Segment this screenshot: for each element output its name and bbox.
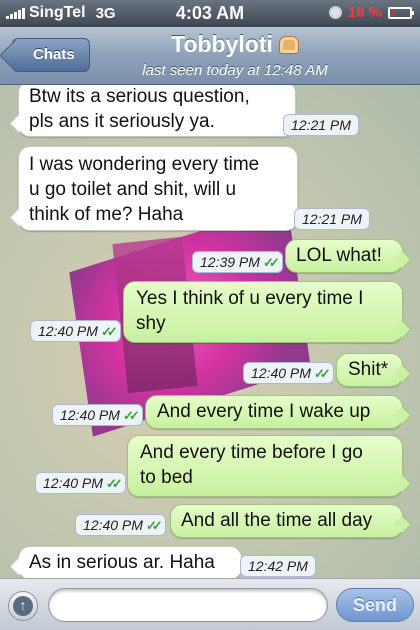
message-input[interactable] xyxy=(48,588,328,622)
alarm-clock-icon xyxy=(328,6,342,19)
chat-area[interactable]: Btw its a serious question, pls ans it s… xyxy=(0,85,420,578)
nav-bar: Chats Tobbyloti last seen today at 12:48… xyxy=(0,27,420,85)
attach-button[interactable]: ↑ xyxy=(8,591,38,621)
message-timestamp: 12:40 PM ✓✓ xyxy=(75,514,166,536)
message-bubble-outgoing[interactable]: Shit* xyxy=(336,353,403,387)
message-timestamp: 12:40 PM ✓✓ xyxy=(35,472,126,494)
message-text: LOL what! xyxy=(296,245,382,266)
message-bubble-outgoing[interactable]: And every time before I go to bed xyxy=(127,435,403,497)
message-bubble-outgoing[interactable]: And all the time all day xyxy=(170,504,403,538)
message-bubble-incoming[interactable]: I was wondering every time u go toilet a… xyxy=(18,146,298,231)
message-timestamp: 12:40 PM ✓✓ xyxy=(30,320,121,342)
timestamp-text: 12:40 PM xyxy=(38,323,98,339)
message-text: I was wondering every time u go toilet a… xyxy=(29,154,260,225)
message-timestamp: 12:40 PM ✓✓ xyxy=(52,404,143,426)
timestamp-text: 12:40 PM xyxy=(83,517,143,533)
message-bubble-outgoing[interactable]: LOL what! xyxy=(285,239,403,273)
battery-info: 16 % xyxy=(328,4,414,21)
last-seen-status: last seen today at 12:48 AM xyxy=(142,62,328,79)
read-ticks-icon: ✓✓ xyxy=(145,518,163,533)
battery-percent: 16 % xyxy=(347,4,382,21)
message-text: And all the time all day xyxy=(181,510,373,531)
message-timestamp: 12:21 PM xyxy=(283,114,359,136)
message-bubble-outgoing[interactable]: And every time I wake up xyxy=(145,395,403,429)
message-text: Btw its a serious question, pls ans it s… xyxy=(29,86,250,132)
message-input-bar: ↑ Send xyxy=(0,578,420,630)
timestamp-text: 12:39 PM xyxy=(200,254,260,270)
message-text: And every time I wake up xyxy=(157,401,371,422)
battery-icon xyxy=(388,6,414,19)
send-button[interactable]: Send xyxy=(336,588,414,622)
message-text: Yes I think of u every time I shy xyxy=(136,288,364,334)
read-ticks-icon: ✓✓ xyxy=(100,324,118,339)
timestamp-text: 12:40 PM xyxy=(43,475,103,491)
arrow-up-icon: ↑ xyxy=(13,596,33,616)
message-timestamp: 12:42 PM xyxy=(240,555,316,577)
contact-name-title[interactable]: Tobbyloti xyxy=(90,31,380,58)
message-text: As in serious ar. Haha xyxy=(29,552,215,573)
contact-name: Tobbyloti xyxy=(171,31,273,57)
message-text: Shit* xyxy=(348,359,389,380)
message-bubble-incoming[interactable]: Btw its a serious question, pls ans it s… xyxy=(18,85,296,137)
message-timestamp: 12:21 PM xyxy=(294,208,370,230)
read-ticks-icon: ✓✓ xyxy=(262,255,280,270)
timestamp-text: 12:40 PM xyxy=(251,365,311,381)
message-text: And every time before I go to bed xyxy=(140,442,363,488)
read-ticks-icon: ✓✓ xyxy=(105,476,123,491)
read-ticks-icon: ✓✓ xyxy=(313,366,331,381)
bread-icon xyxy=(278,36,299,54)
back-button[interactable]: Chats xyxy=(12,38,90,72)
read-ticks-icon: ✓✓ xyxy=(122,408,140,423)
message-timestamp: 12:40 PM ✓✓ xyxy=(243,362,334,384)
status-bar: SingTel 3G 4:03 AM 16 % xyxy=(0,0,420,27)
timestamp-text: 12:40 PM xyxy=(60,407,120,423)
message-timestamp: 12:39 PM ✓✓ xyxy=(192,251,283,273)
message-bubble-incoming[interactable]: As in serious ar. Haha xyxy=(18,546,242,578)
message-bubble-outgoing[interactable]: Yes I think of u every time I shy xyxy=(123,281,403,343)
